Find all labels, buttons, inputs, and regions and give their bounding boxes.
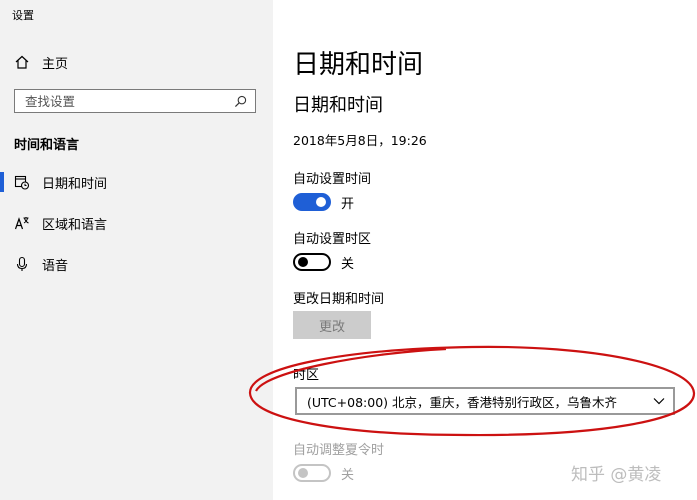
dst-label: 自动调整夏令时 [293,443,385,458]
auto-time-state: 开 [341,196,355,212]
search-icon[interactable] [234,95,247,108]
toggle-knob [298,257,308,267]
page-title: 日期和时间 [293,50,424,80]
current-datetime: 2018年5月8日，19:26 [293,133,427,148]
search-input[interactable] [25,93,215,109]
timezone-label: 时区 [293,368,320,383]
sidebar-item-date-time[interactable]: 日期和时间 [0,171,273,193]
home-icon [15,55,29,69]
sidebar-home-label: 主页 [42,56,69,72]
search-box[interactable] [14,89,256,113]
auto-timezone-toggle[interactable] [293,253,331,271]
sidebar-item-label: 语音 [42,258,69,274]
auto-time-label: 自动设置时间 [293,172,372,187]
dst-state: 关 [341,467,355,483]
auto-time-toggle[interactable] [293,193,331,211]
auto-timezone-label: 自动设置时区 [293,232,372,247]
change-button[interactable]: 更改 [293,311,371,339]
auto-timezone-state: 关 [341,256,355,272]
timezone-selected-value: (UTC+08:00) 北京，重庆，香港特别行政区，乌鲁木齐 [307,394,618,410]
timezone-dropdown[interactable]: (UTC+08:00) 北京，重庆，香港特别行政区，乌鲁木齐 [295,387,675,415]
toggle-knob [298,468,308,478]
language-icon [14,215,30,231]
section-title: 日期和时间 [293,95,383,116]
sidebar-item-label: 区域和语言 [42,217,108,233]
sidebar-item-region-language[interactable]: 区域和语言 [0,212,273,234]
auto-time-row: 开 [293,192,354,212]
auto-timezone-row: 关 [293,252,354,272]
toggle-knob [316,197,326,207]
watermark-text: 知乎 @黄凌 [571,465,662,485]
microphone-icon [14,256,30,272]
calendar-clock-icon [14,174,30,190]
sidebar: 设置 主页 时间和语言 日期和时间 [0,0,273,500]
sidebar-item-home[interactable]: 主页 [14,52,68,72]
sidebar-item-speech[interactable]: 语音 [0,253,273,275]
dst-toggle[interactable] [293,464,331,482]
sidebar-item-label: 日期和时间 [42,176,108,192]
dst-row: 关 [293,463,354,483]
window-title: 设置 [12,9,34,22]
change-datetime-label: 更改日期和时间 [293,292,385,307]
sidebar-section-title: 时间和语言 [14,138,80,153]
chevron-down-icon [653,398,665,405]
